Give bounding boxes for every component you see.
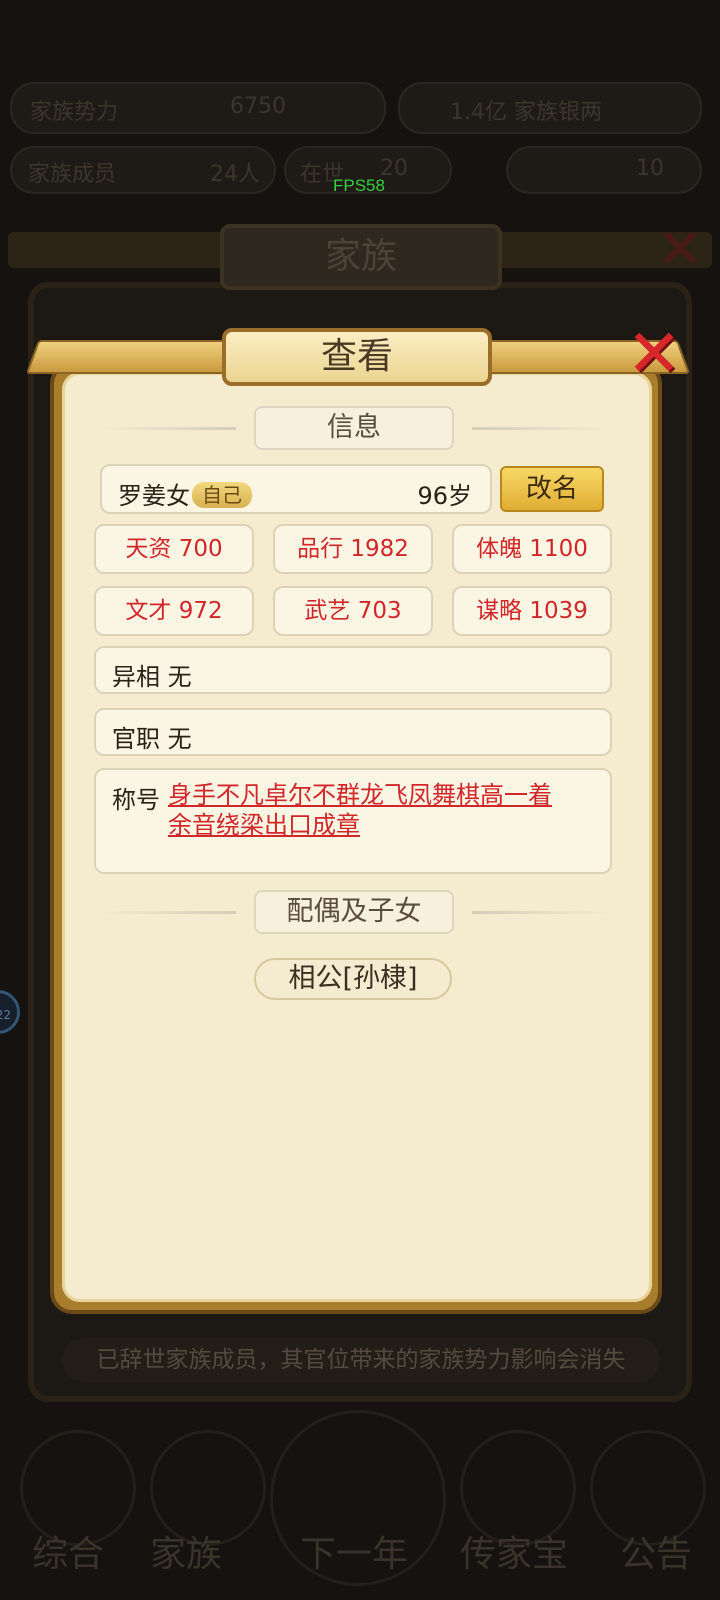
bg-family-power-label: 家族势力 [30, 100, 119, 125]
member-name-row: 罗姜女 自己 [118, 476, 252, 511]
fps-counter: FPS58 [333, 176, 385, 195]
yixiang-text: 异相 无 [112, 663, 192, 691]
spouse-header-label: 配偶及子女 [254, 890, 454, 934]
popup-title: 查看 [222, 328, 492, 386]
stat-talent: 天资 700 [94, 524, 254, 574]
divider-line [472, 427, 612, 430]
bg-panel-title: 家族 [220, 224, 502, 290]
stat-literacy: 文才 972 [94, 586, 254, 636]
bg-close-icon: ✕ [656, 217, 704, 282]
titles-line-1[interactable]: 身手不凡卓尔不群龙飞凤舞棋高一着 [168, 780, 588, 810]
nav-next-year[interactable]: 下一年 [300, 1525, 408, 1577]
close-icon[interactable]: ✕ [622, 321, 686, 387]
nav-overview[interactable]: 综合 [32, 1525, 104, 1577]
member-name-box: 罗姜女 自己 96岁 [100, 464, 492, 514]
yixiang-field: 异相 无 [94, 646, 612, 694]
titles-value[interactable]: 身手不凡卓尔不群龙飞凤舞棋高一着 余音绕梁出口成章 [168, 780, 588, 840]
member-age: 96岁 [417, 482, 472, 510]
info-section-header: 信息 [96, 406, 612, 450]
bg-silver-value: 1.4亿 家族银两 [450, 100, 602, 125]
bg-members-count: 24人 [210, 162, 260, 187]
stat-physique: 体魄 1100 [452, 524, 612, 574]
titles-label: 称号 [112, 786, 160, 814]
divider-line [472, 911, 612, 914]
spouse-section-header: 配偶及子女 [96, 890, 612, 934]
stat-martial: 武艺 703 [273, 586, 433, 636]
side-badge-icon[interactable]: 22 [0, 990, 20, 1034]
bg-members-label: 家族成员 [28, 162, 117, 187]
bg-footer-note: 已辞世家族成员，其官位带来的家族势力影响会消失 [62, 1338, 660, 1382]
nav-family[interactable]: 家族 [150, 1525, 222, 1577]
member-name: 罗姜女 [118, 482, 190, 510]
bg-misc-bar [506, 146, 702, 194]
bg-misc-count: 10 [636, 156, 664, 181]
official-post-field: 官职 无 [94, 708, 612, 756]
divider-line [96, 427, 236, 430]
stat-conduct: 品行 1982 [273, 524, 433, 574]
stat-strategy: 谋略 1039 [452, 586, 612, 636]
divider-line [96, 911, 236, 914]
info-header-label: 信息 [254, 406, 454, 450]
official-post-text: 官职 无 [112, 725, 192, 753]
titles-line-2[interactable]: 余音绕梁出口成章 [168, 810, 588, 840]
titles-field: 称号 身手不凡卓尔不群龙飞凤舞棋高一着 余音绕梁出口成章 [94, 768, 612, 874]
rename-button[interactable]: 改名 [500, 466, 604, 512]
self-tag-badge: 自己 [192, 482, 252, 508]
nav-notice[interactable]: 公告 [620, 1525, 692, 1577]
spouse-button[interactable]: 相公[孙棣] [254, 958, 452, 1000]
nav-heirloom[interactable]: 传家宝 [460, 1525, 568, 1577]
bg-family-power-value: 6750 [230, 94, 286, 119]
